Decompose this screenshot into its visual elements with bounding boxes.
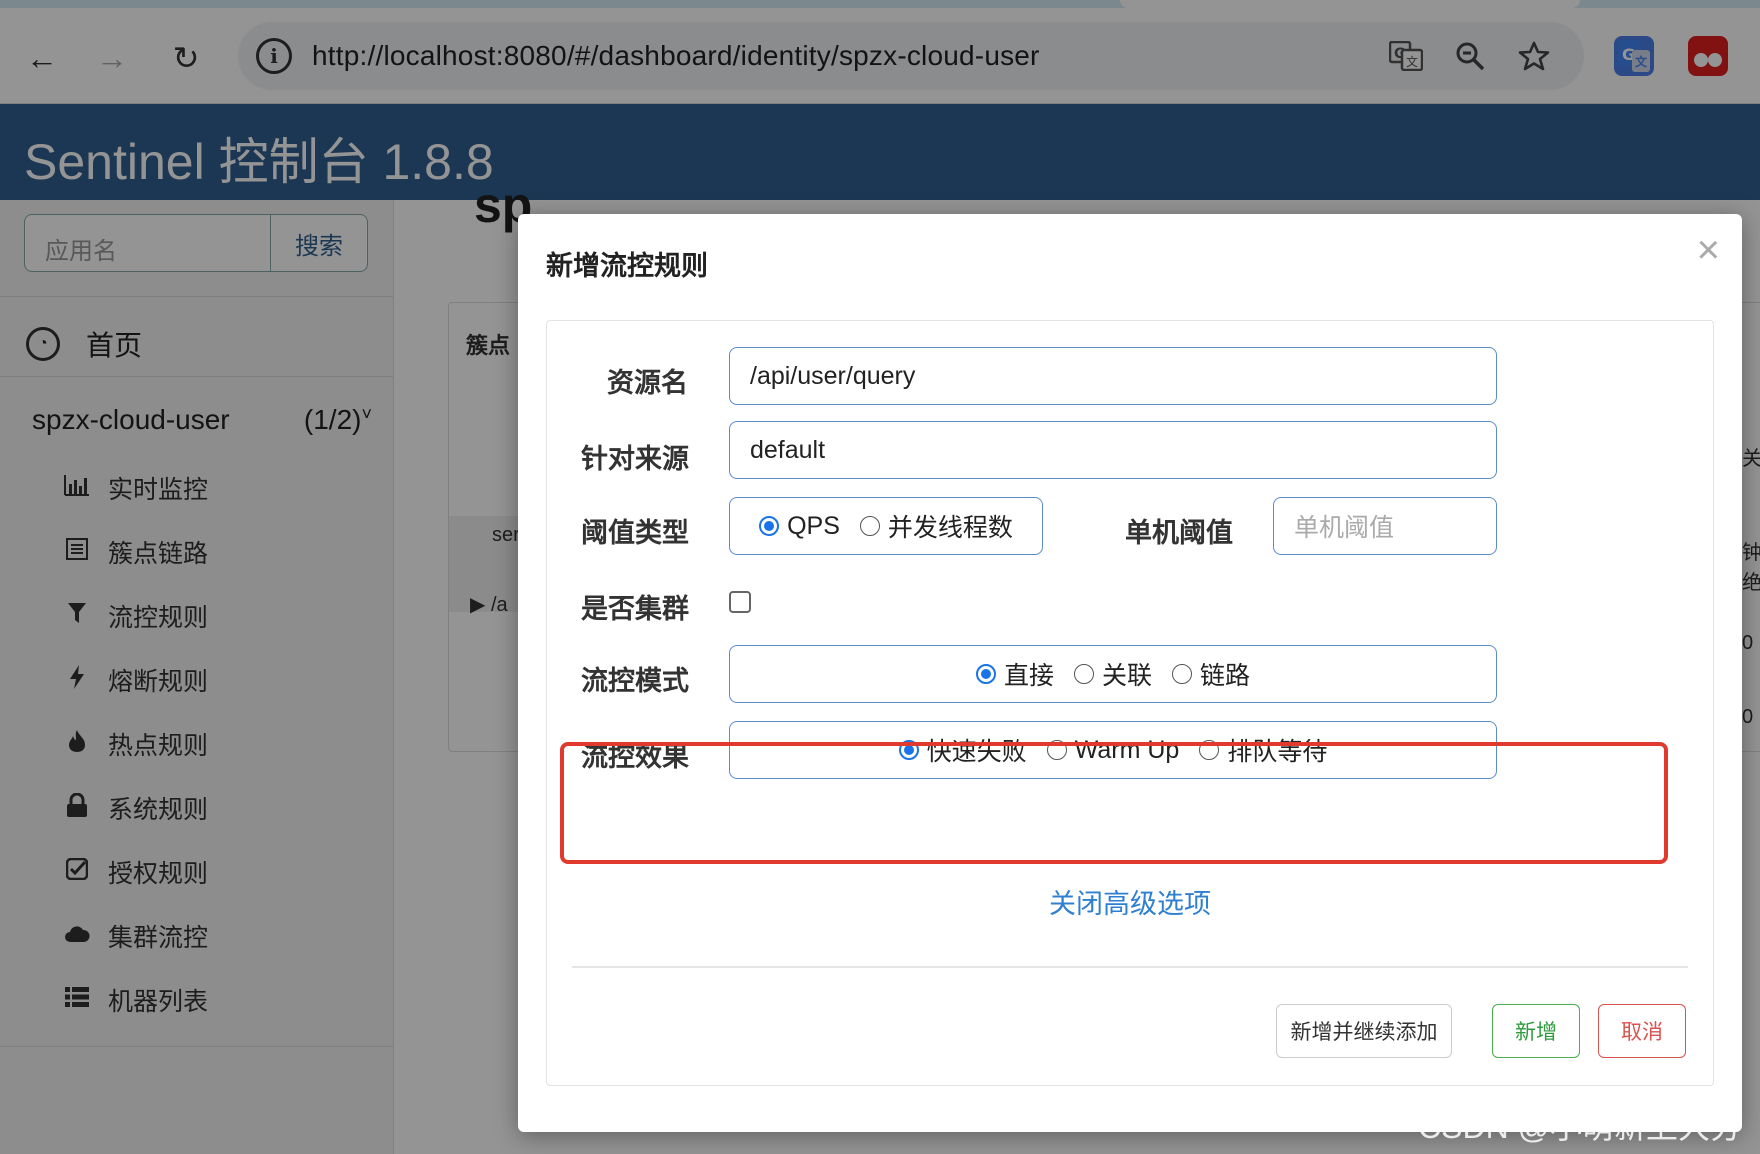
cluster-mode-checkbox[interactable] (729, 591, 751, 613)
threshold-type-radio-group: QPS 并发线程数 (729, 497, 1043, 555)
threshold-type-label: 阈值类型 (581, 518, 689, 548)
flow-control-mode-radio-group: 直接 关联 链路 (729, 645, 1497, 703)
cluster-mode-label: 是否集群 (581, 594, 689, 624)
radio-unselected-icon (1172, 664, 1192, 684)
threshold-type-thread-radio[interactable]: 并发线程数 (859, 508, 1013, 544)
radio-selected-icon (759, 516, 780, 536)
threshold-type-qps-radio[interactable]: QPS (759, 512, 840, 541)
single-threshold-label: 单机阈值 (1125, 518, 1233, 548)
radio-unselected-icon (859, 516, 880, 536)
resource-name-input[interactable]: /api/user/query (729, 347, 1497, 405)
radio-label: 直接 (1003, 662, 1054, 690)
annotation-highlight-box (560, 742, 1668, 864)
mode-direct-radio[interactable]: 直接 (975, 656, 1054, 692)
radio-label: 链路 (1200, 662, 1251, 690)
toggle-advanced-options-link[interactable]: 关闭高级选项 (518, 882, 1742, 921)
add-and-continue-button[interactable]: 新增并继续添加 (1276, 1004, 1452, 1058)
rule-form: 资源名 /api/user/query 针对来源 default 阈值类型 QP… (546, 320, 1714, 1086)
radio-label: QPS (787, 511, 840, 540)
dialog-title: 新增流控规则 (546, 251, 708, 281)
radio-unselected-icon (1073, 664, 1094, 684)
mode-chain-radio[interactable]: 链路 (1172, 656, 1250, 692)
limit-origin-input[interactable]: default (729, 421, 1497, 479)
radio-selected-icon (975, 664, 996, 684)
single-threshold-input[interactable]: 单机阈值 (1273, 497, 1497, 555)
radio-label: 并发线程数 (887, 514, 1013, 542)
limit-origin-label: 针对来源 (581, 444, 689, 474)
flow-control-mode-label: 流控模式 (581, 666, 689, 696)
add-flow-rule-dialog: 新增流控规则 × 资源名 /api/user/query 针对来源 defaul… (518, 214, 1742, 1132)
watermark: CSDN @小萌新上大分 (1418, 1109, 1743, 1145)
resource-name-label: 资源名 (607, 368, 688, 398)
radio-label: 关联 (1101, 662, 1152, 690)
close-icon[interactable]: × (1697, 230, 1720, 270)
mode-relate-radio[interactable]: 关联 (1073, 656, 1152, 692)
cancel-button[interactable]: 取消 (1598, 1004, 1686, 1058)
add-button[interactable]: 新增 (1492, 1004, 1580, 1058)
footer-divider (572, 966, 1688, 968)
